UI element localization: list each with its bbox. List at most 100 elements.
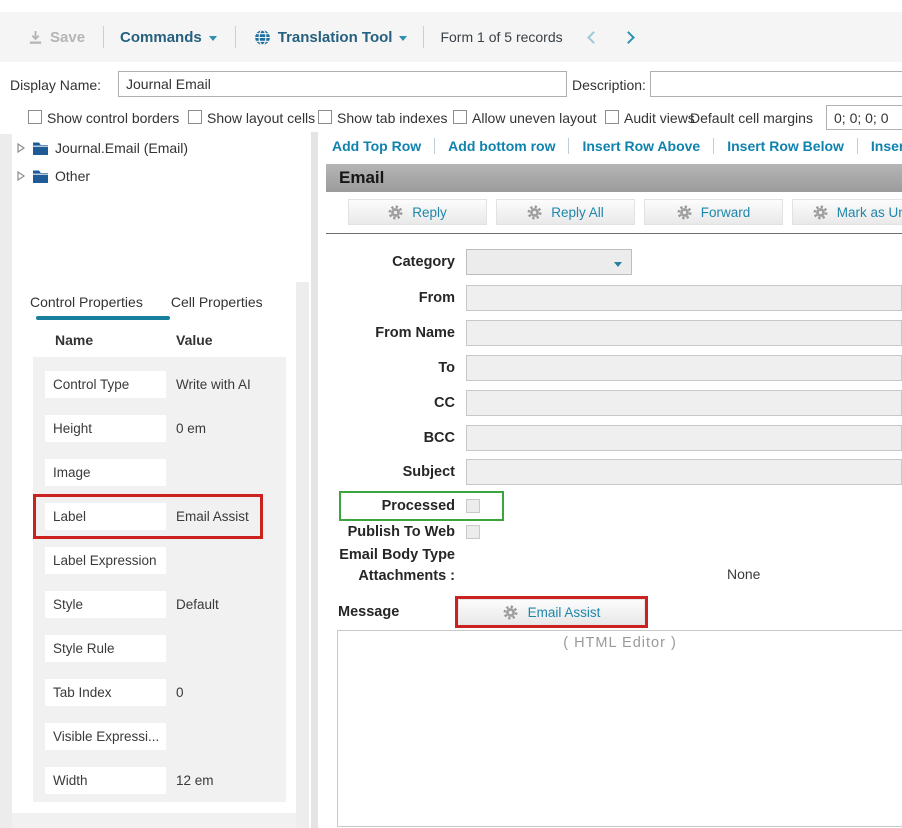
- display-name-label: Display Name:: [10, 77, 101, 93]
- commands-menu-button[interactable]: Commands: [120, 29, 217, 46]
- gear-icon: [677, 205, 692, 220]
- insert-row-below-link[interactable]: Insert Row Below: [713, 138, 857, 154]
- description-input[interactable]: [650, 71, 902, 97]
- tree-item-journal-email[interactable]: Journal.Email (Email): [16, 140, 188, 156]
- gear-icon: [527, 205, 542, 220]
- audit-views-label: Audit views: [624, 110, 695, 126]
- panel-divider[interactable]: [311, 132, 318, 828]
- toolbar-separator: [423, 26, 424, 48]
- from-name-input[interactable]: [466, 320, 902, 346]
- form-designer-window: Save Commands Translation Tool Form 1 of…: [0, 0, 902, 828]
- property-grid: Name Value Control Type Write with AI He…: [30, 325, 308, 802]
- from-input[interactable]: [466, 285, 902, 311]
- insert-row-above-link[interactable]: Insert Row Above: [568, 138, 713, 154]
- tree-expander-icon[interactable]: [16, 170, 26, 182]
- chevron-down-icon: [614, 262, 622, 267]
- top-toolbar: Save Commands Translation Tool Form 1 of…: [0, 12, 902, 62]
- allow-uneven-layout-label: Allow uneven layout: [472, 110, 597, 126]
- show-tab-indexes-checkbox[interactable]: [318, 110, 332, 124]
- gear-icon: [813, 205, 828, 220]
- reply-all-button[interactable]: Reply All: [496, 199, 635, 225]
- grid-bottom-strip: [12, 813, 296, 828]
- attachments-value: None: [727, 566, 760, 582]
- audit-views-checkbox[interactable]: [605, 110, 619, 124]
- email-assist-button[interactable]: Email Assist: [458, 599, 645, 625]
- from-name-label: From Name: [326, 320, 455, 346]
- property-row-visible-expression[interactable]: Visible Expressi...: [30, 723, 308, 750]
- save-label: Save: [50, 29, 85, 46]
- gear-icon: [388, 205, 403, 220]
- record-navigation: Form 1 of 5 records: [440, 29, 632, 45]
- property-row-height[interactable]: Height 0 em: [30, 415, 308, 442]
- show-control-borders-checkbox[interactable]: [28, 110, 42, 124]
- message-html-editor[interactable]: ( HTML Editor ): [337, 630, 902, 827]
- tree-expander-icon[interactable]: [16, 142, 26, 154]
- cc-input[interactable]: [466, 390, 902, 416]
- toolbar-separator: [103, 26, 104, 48]
- category-label: Category: [326, 249, 455, 275]
- record-count-text: Form 1 of 5 records: [440, 29, 562, 45]
- message-label: Message: [338, 604, 399, 620]
- next-record-icon[interactable]: [622, 31, 635, 44]
- to-label: To: [326, 355, 455, 381]
- chevron-down-icon: [209, 36, 217, 41]
- bcc-input[interactable]: [466, 425, 902, 451]
- show-layout-cells-checkbox[interactable]: [188, 110, 202, 124]
- default-cell-margins-input[interactable]: [826, 105, 902, 130]
- globe-icon: [254, 29, 271, 46]
- display-name-input[interactable]: [118, 71, 567, 97]
- property-row-style-rule[interactable]: Style Rule: [30, 635, 308, 662]
- subject-input[interactable]: [466, 459, 902, 485]
- category-select[interactable]: [466, 249, 632, 275]
- toolbar-separator: [235, 26, 236, 48]
- mark-as-unread-button[interactable]: Mark as Unr: [792, 199, 902, 225]
- actions-divider-line: [326, 233, 902, 234]
- publish-to-web-checkbox[interactable]: [466, 525, 480, 539]
- label-row-red-highlight: [33, 494, 263, 539]
- processed-checkbox[interactable]: [466, 499, 480, 513]
- property-row-width[interactable]: Width 12 em: [30, 767, 308, 794]
- translation-tool-menu-button[interactable]: Translation Tool: [254, 29, 408, 46]
- tree-item-label: Other: [55, 168, 90, 184]
- save-download-icon: [28, 30, 43, 45]
- email-section-title: Email: [339, 168, 384, 188]
- property-row-tab-index[interactable]: Tab Index 0: [30, 679, 308, 706]
- email-section-titlebar: Email: [326, 164, 902, 192]
- previous-record-icon[interactable]: [587, 31, 600, 44]
- allow-uneven-layout-checkbox[interactable]: [453, 110, 467, 124]
- grid-header-value: Value: [176, 332, 213, 348]
- save-button[interactable]: Save: [28, 29, 85, 46]
- folder-icon: [32, 141, 49, 156]
- gear-icon: [503, 605, 518, 620]
- left-edge-strip: [0, 134, 12, 828]
- reply-button[interactable]: Reply: [348, 199, 487, 225]
- commands-label: Commands: [120, 29, 202, 46]
- to-input[interactable]: [466, 355, 902, 381]
- insert-row-after-link[interactable]: Inser: [857, 138, 902, 154]
- default-cell-margins-label: Default cell margins: [690, 110, 813, 126]
- add-bottom-row-link[interactable]: Add bottom row: [434, 138, 568, 154]
- folder-icon: [32, 169, 49, 184]
- description-label: Description:: [572, 77, 646, 93]
- property-row-label-expression[interactable]: Label Expression: [30, 547, 308, 574]
- tab-cell-properties[interactable]: Cell Properties: [171, 294, 263, 322]
- property-row-control-type[interactable]: Control Type Write with AI: [30, 371, 308, 398]
- attachments-label: Attachments :: [326, 563, 455, 589]
- property-row-image[interactable]: Image: [30, 459, 308, 486]
- cc-label: CC: [326, 390, 455, 416]
- row-actions-bar: Add Top Row Add bottom row Insert Row Ab…: [326, 135, 902, 157]
- tree-item-label: Journal.Email (Email): [55, 140, 188, 156]
- left-panel-scrollbar[interactable]: [296, 282, 309, 828]
- active-tab-underline: [36, 316, 170, 320]
- processed-label: Processed: [326, 493, 455, 519]
- from-label: From: [326, 285, 455, 311]
- bcc-label: BCC: [326, 425, 455, 451]
- subject-label: Subject: [326, 459, 455, 485]
- forward-button[interactable]: Forward: [644, 199, 783, 225]
- chevron-down-icon: [399, 36, 407, 41]
- grid-header-name: Name: [55, 332, 93, 348]
- translation-tool-label: Translation Tool: [278, 29, 393, 46]
- add-top-row-link[interactable]: Add Top Row: [326, 138, 434, 154]
- property-row-style[interactable]: Style Default: [30, 591, 308, 618]
- tree-item-other[interactable]: Other: [16, 168, 90, 184]
